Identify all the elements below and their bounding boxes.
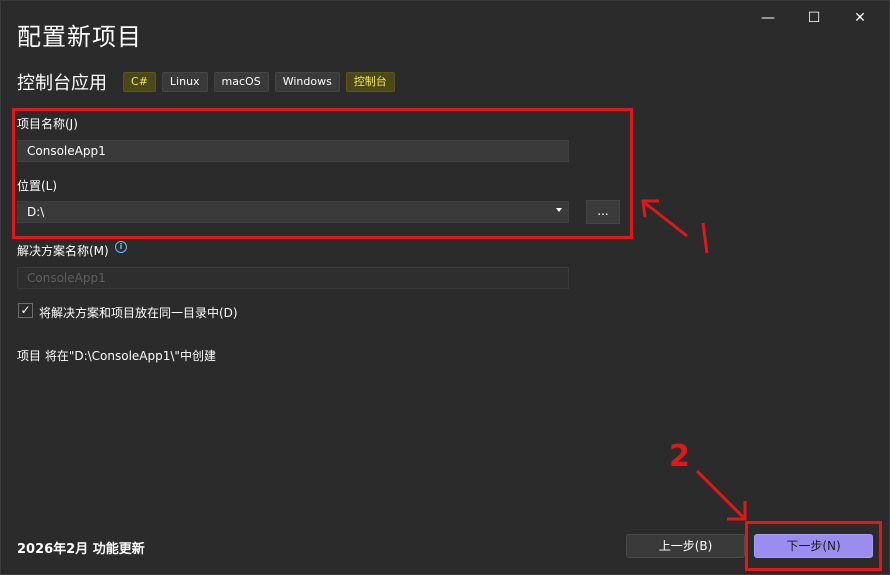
tag-windows: Windows	[274, 72, 340, 92]
annotation-arrow-2	[695, 469, 747, 521]
dialog-window: — ☐ ✕ 配置新项目 控制台应用 C# Linux macOS Windows…	[0, 0, 890, 575]
close-button[interactable]: ✕	[837, 7, 883, 29]
info-icon[interactable]: i	[115, 241, 127, 253]
annotation-arrow-1	[641, 199, 709, 254]
same-directory-label[interactable]: 将解决方案和项目放在同一目录中(D)	[39, 304, 238, 321]
maximize-button[interactable]: ☐	[791, 7, 837, 29]
project-type-row: 控制台应用 C# Linux macOS Windows 控制台	[17, 69, 395, 95]
solution-name-label: 解决方案名称(M)	[17, 244, 109, 258]
minimize-button[interactable]: —	[745, 7, 791, 29]
tag-macos: macOS	[213, 72, 269, 92]
tag-console: 控制台	[345, 72, 395, 92]
creation-path-note: 项目 将在"D:\ConsoleApp1\"中创建	[17, 349, 216, 363]
annotation-box-1	[12, 108, 633, 239]
tag-language: C#	[123, 72, 156, 92]
annotation-number-2: 2	[669, 439, 690, 474]
same-directory-checkbox[interactable]: ✓	[18, 303, 33, 318]
next-button[interactable]: 下一步(N)	[754, 534, 873, 558]
feature-update-link[interactable]: 2026年2月 功能更新	[17, 538, 145, 557]
project-type-title: 控制台应用	[17, 73, 107, 94]
previous-button[interactable]: 上一步(B)	[626, 534, 745, 558]
window-controls: — ☐ ✕	[745, 7, 883, 29]
solution-name-input: ConsoleApp1	[17, 267, 569, 289]
tag-linux: Linux	[161, 72, 208, 92]
page-title: 配置新项目	[17, 23, 142, 51]
